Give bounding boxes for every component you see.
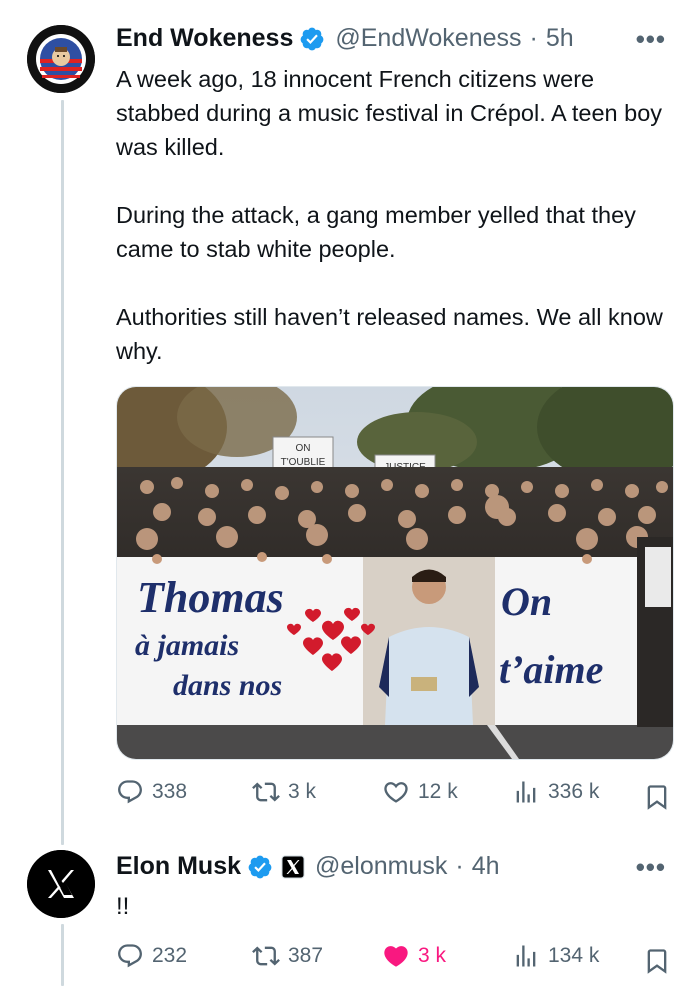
more-icon[interactable]: ••• [636,852,666,883]
avatar-elon-musk[interactable] [27,850,95,918]
views-count: 134 k [548,944,600,967]
protest-sign-text: ON [296,443,311,454]
banner-name-text: Thomas [137,573,284,622]
repost-icon [252,782,280,802]
banner-right-text: On [501,579,552,624]
like-button[interactable]: 12 k [382,778,458,806]
tweet-paragraph: Authorities still haven’t released names… [116,304,663,364]
handle[interactable]: @elonmusk [315,852,447,881]
tweet-end-wokeness[interactable]: End Wokeness @EndWokeness · 5h ••• A wee… [0,0,700,845]
views-button[interactable]: 336 k [512,778,599,806]
display-name[interactable]: Elon Musk [116,852,241,881]
handle[interactable]: @EndWokeness [335,24,521,53]
more-icon[interactable]: ••• [636,24,666,55]
repost-icon [252,946,280,966]
tweet-actions: 232 387 3 k 134 k [116,942,671,982]
verified-badge-icon [248,855,272,878]
repost-button[interactable]: 387 [252,942,323,970]
reply-count: 232 [152,944,188,967]
tweet-paragraph: During the attack, a gang member yelled … [116,202,636,262]
timestamp[interactable]: 5h [546,24,574,53]
svg-text:T'OUBLIE: T'OUBLIE [281,457,326,468]
like-button[interactable]: 3 k [382,942,446,970]
thread-line [61,924,64,986]
display-name[interactable]: End Wokeness [116,24,293,53]
avatar-end-wokeness[interactable] [27,25,95,93]
repost-count: 3 k [288,780,317,803]
tweet-text: !! [116,893,130,920]
bookmark-icon[interactable] [643,782,671,812]
x-affiliate-badge-icon [281,855,305,878]
separator-dot: · [455,852,464,880]
like-count: 12 k [418,780,458,803]
views-count: 336 k [548,780,600,803]
views-button[interactable]: 134 k [512,942,599,970]
avatar-badge-image [27,25,95,93]
repost-count: 387 [288,944,324,967]
views-icon [516,945,536,967]
like-icon [384,946,408,967]
reply-count: 338 [152,780,188,803]
thread-line [61,100,64,845]
svg-text:dans nos: dans nos [173,669,282,702]
photo-march-banner: ON T'OUBLIE JUSTICE [117,387,673,759]
repost-button[interactable]: 3 k [252,778,316,806]
like-count: 3 k [418,944,447,967]
reply-button[interactable]: 338 [116,778,187,806]
views-icon [516,781,536,803]
tweet-header: End Wokeness @EndWokeness · 5h [116,24,574,53]
tweet-actions: 338 3 k 12 k 336 k [116,778,671,818]
tweet-photo[interactable]: ON T'OUBLIE JUSTICE [116,386,674,760]
tweet-elon-musk[interactable]: Elon Musk @elonmusk · 4h ••• !! 232 387 … [0,840,700,986]
reply-icon [118,780,142,804]
tweet-text: A week ago, 18 innocent French citizens … [116,62,676,368]
reply-button[interactable]: 232 [116,942,187,970]
svg-text:à jamais: à jamais [135,629,239,662]
bookmark-icon[interactable] [643,946,671,976]
x-logo-icon [27,850,95,918]
verified-badge-icon [300,27,324,50]
svg-text:t’aime: t’aime [499,647,603,692]
separator-dot: · [529,24,538,52]
timestamp[interactable]: 4h [472,852,500,881]
like-icon [384,782,408,803]
tweet-paragraph: A week ago, 18 innocent French citizens … [116,66,663,160]
reply-icon [118,944,142,968]
tweet-header: Elon Musk @elonmusk · 4h [116,852,500,881]
